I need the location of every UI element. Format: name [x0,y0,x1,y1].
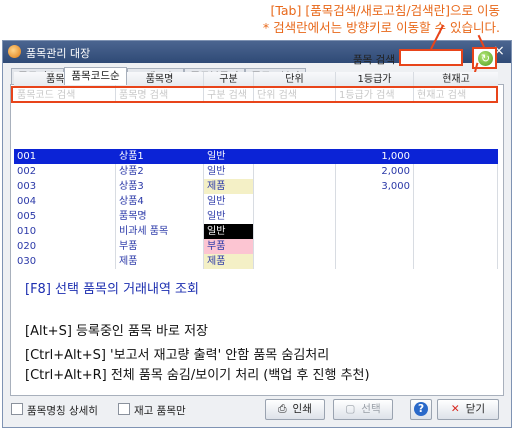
help-ctrl-alt-r: [Ctrl+Alt+R] 전체 품목 숨김/보이기 처리 (백업 후 진행 추천… [25,368,370,383]
table-row[interactable]: 005 품목명 일반 [14,209,498,224]
cell-kind: 일반 [204,149,254,164]
app-icon [8,45,21,58]
cell-unit [254,254,336,269]
cell-kind: 일반 [204,224,254,239]
cell-code: 002 [14,164,116,179]
cell-name: 상품4 [116,194,204,209]
cell-stock [414,149,498,164]
close-x-icon: ✕ [450,403,460,415]
table-row[interactable]: 001 상품1 일반 1,000 [14,149,498,164]
cell-name: 상품2 [116,164,204,179]
table-row[interactable]: 010 비과세 품목 일반 [14,224,498,239]
cell-name: 제품 [116,254,204,269]
cell-code: 001 [14,149,116,164]
cell-kind: 일반 [204,209,254,224]
detail-name-label: 품목명칭 상세히 [27,405,98,417]
print-label: 인쇄 [292,403,312,415]
cell-price [336,209,414,224]
cell-unit [254,239,336,254]
window-title: 품목관리 대장 [26,47,91,60]
cell-unit [254,224,336,239]
tab-item-code[interactable]: 품목코드순 [64,67,127,85]
filter-row-highlight [11,86,498,103]
checkbox-box[interactable] [11,403,23,415]
item-search-input[interactable] [399,49,463,66]
cell-price [336,254,414,269]
help-f8: [F8] 선택 품목의 거래내역 조회 [25,282,199,297]
cell-unit [254,209,336,224]
cell-code: 030 [14,254,116,269]
header-item-name[interactable]: 품목명 [116,72,204,87]
item-search-label: 품목 검색 [353,54,395,66]
mouse-icon: ▢ [345,403,356,415]
cell-stock [414,254,498,269]
cell-price [336,224,414,239]
cell-name: 상품1 [116,149,204,164]
cell-stock [414,164,498,179]
cell-price [336,194,414,209]
cell-stock [414,239,498,254]
cell-kind: 제품 [204,254,254,269]
cell-name: 부품 [116,239,204,254]
header-grade1-price[interactable]: 1등급가 [336,72,414,87]
cell-code: 005 [14,209,116,224]
cell-name: 상품3 [116,179,204,194]
detail-name-checkbox[interactable]: 품목명칭 상세히 [11,403,98,418]
annotation-line-1: [Tab] [품목검색/새로고침/검색란]으로 이동 [270,3,500,18]
printer-icon: ⎙ [278,403,287,415]
cell-kind: 일반 [204,164,254,179]
table-row[interactable]: 020 부품 부품 [14,239,498,254]
cell-code: 010 [14,224,116,239]
cell-code: 020 [14,239,116,254]
cell-name: 품목명 [116,209,204,224]
cell-unit [254,194,336,209]
header-kind[interactable]: 구분 [204,72,254,87]
table-row[interactable]: 030 제품 제품 [14,254,498,269]
table-row[interactable]: 004 상품4 일반 [14,194,498,209]
stock-only-checkbox[interactable]: 재고 품목만 [118,403,186,418]
cell-stock [414,179,498,194]
cell-code: 003 [14,179,116,194]
cell-stock [414,194,498,209]
annotation-line-2: * 검색란에서는 방향키로 이동할 수 있습니다. [262,20,500,35]
cell-kind: 부품 [204,239,254,254]
help-alt-s: [Alt+S] 등록중인 품목 바로 저장 [25,324,209,339]
cell-price: 1,000 [336,149,414,164]
cell-kind: 제품 [204,179,254,194]
table-row[interactable]: 002 상품2 일반 2,000 [14,164,498,179]
cell-unit [254,179,336,194]
cell-stock [414,209,498,224]
select-label: 선택 [361,403,381,415]
refresh-icon: ↻ [478,51,493,66]
select-button[interactable]: ▢ 선택 [333,399,393,420]
cell-price: 3,000 [336,179,414,194]
close-button[interactable]: ✕ 닫기 [437,399,499,420]
close-label: 닫기 [465,403,486,415]
help-ctrl-alt-s: [Ctrl+Alt+S] '보고서 재고량 출력' 안함 품목 숨김처리 [25,348,330,363]
header-stock[interactable]: 현재고 [414,72,498,87]
help-button[interactable]: ? [410,399,432,420]
cell-code: 004 [14,194,116,209]
cell-unit [254,149,336,164]
cell-name: 비과세 품목 [116,224,204,239]
checkbox-box[interactable] [118,403,130,415]
cell-kind: 일반 [204,194,254,209]
header-unit[interactable]: 단위 [254,72,336,87]
stock-only-label: 재고 품목만 [134,405,186,417]
cell-price: 2,000 [336,164,414,179]
print-button[interactable]: ⎙ 인쇄 [265,399,325,420]
cell-unit [254,164,336,179]
cell-stock [414,224,498,239]
table-row[interactable]: 003 상품3 제품 3,000 [14,179,498,194]
help-icon: ? [414,402,428,416]
cell-price [336,239,414,254]
